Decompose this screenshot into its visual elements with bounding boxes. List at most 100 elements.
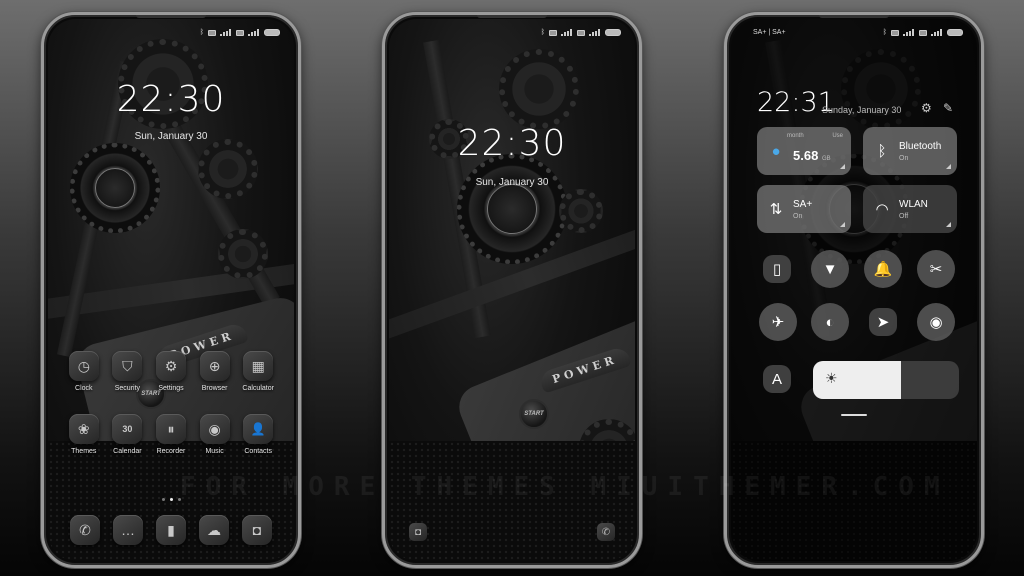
ring-toggle[interactable]: 🔔 — [864, 250, 902, 288]
data-usage-value: 5.68 — [793, 147, 819, 163]
edit-icon[interactable]: ✎ — [943, 101, 953, 115]
earpiece — [819, 15, 889, 18]
bluetooth-icon: ᛒ — [540, 29, 545, 36]
data-arrows-icon: ⇅ — [769, 201, 783, 218]
clock-icon: ◷ — [68, 351, 99, 381]
tile-status: On — [793, 212, 803, 220]
app-security[interactable]: ⛉ Security — [106, 351, 150, 392]
app-label: Security — [114, 385, 141, 392]
tile-bluetooth[interactable]: ᛒ Bluetooth On — [863, 127, 957, 175]
signal-icon — [903, 29, 915, 36]
lock-time: 22:30 — [457, 123, 567, 164]
app-contacts[interactable]: 👤 Contacts — [236, 414, 280, 455]
app-label: Calculator — [242, 385, 274, 392]
signal-icon — [931, 29, 943, 36]
tile-status: Off — [899, 212, 909, 220]
expand-corner-icon[interactable] — [946, 164, 951, 169]
tile-status: On — [899, 154, 909, 162]
message-icon[interactable]: … — [113, 515, 143, 545]
expand-corner-icon[interactable] — [840, 164, 845, 169]
sim2-icon — [919, 29, 927, 36]
app-label: Music — [205, 448, 224, 455]
app-calculator[interactable]: ▦ Calculator — [236, 351, 280, 392]
lock-screen: POWER START ᛒ 22:30 Sun, January 30 ◘ ✆ — [389, 19, 635, 561]
cc-date: Sunday, January 30 — [822, 105, 902, 115]
auto-brightness-button[interactable]: A — [763, 365, 791, 393]
status-bar: ᛒ — [541, 29, 621, 36]
wifi-icon: ◠ — [875, 201, 889, 218]
wallpaper: POWER START — [389, 19, 635, 561]
app-label: Themes — [71, 448, 97, 455]
page-dot[interactable] — [161, 498, 165, 501]
data-usage-unit: GB — [821, 155, 831, 162]
bluetooth-icon: ᛒ — [199, 29, 204, 36]
bluetooth-icon: ᛒ — [877, 142, 887, 160]
flashlight-toggle[interactable]: ▼ — [811, 250, 849, 288]
drag-handle[interactable] — [841, 414, 867, 416]
earpiece — [136, 15, 206, 18]
page-dot-active[interactable] — [169, 498, 173, 501]
page-dot[interactable] — [177, 498, 181, 501]
water-drop-icon: ● — [771, 142, 781, 160]
tile-title: SA+ — [793, 198, 813, 210]
tile-title: WLAN — [899, 198, 928, 210]
dark-mode-toggle[interactable]: ◐ — [811, 303, 849, 341]
page-indicator[interactable] — [48, 498, 294, 501]
app-recorder[interactable]: ⏸ Recorder — [149, 414, 193, 455]
sim2-icon — [577, 29, 585, 36]
app-label: Browser — [201, 385, 228, 392]
app-browser[interactable]: ⊕ Browser — [193, 351, 237, 392]
app-settings[interactable]: ⚙ Settings — [149, 351, 193, 392]
brightness-slider[interactable]: ☀ — [813, 361, 959, 399]
screenshot-toggle[interactable]: ✂ — [917, 250, 955, 288]
phone-lock-screen: POWER START ᛒ 22:30 Sun, January 30 ◘ ✆ — [382, 12, 642, 568]
phone-shortcut-icon[interactable]: ✆ — [597, 523, 615, 541]
app-themes[interactable]: ❀ Themes — [62, 414, 106, 455]
sim1-icon — [549, 29, 557, 36]
phone-home-screen: POWER START ᛒ 22:30 Sun, January 30 ◷ Clo… — [41, 12, 301, 568]
phone-icon[interactable]: ✆ — [70, 515, 100, 545]
tile-wlan[interactable]: ◠ WLAN Off — [863, 185, 957, 233]
battery-icon — [947, 29, 963, 36]
gallery-icon[interactable]: ☁ — [199, 515, 229, 545]
app-calendar[interactable]: 30 Calendar — [106, 414, 150, 455]
app-clock[interactable]: ◷ Clock — [62, 351, 106, 392]
earpiece — [477, 15, 547, 18]
reading-mode-toggle[interactable]: ◉ — [917, 303, 955, 341]
palette-icon: ❀ — [68, 414, 99, 444]
settings-icon[interactable]: ⚙ — [921, 101, 932, 115]
clock-widget-time[interactable]: 22:30 — [48, 79, 294, 120]
recorder-icon: ⏸ — [155, 414, 186, 444]
vibrate-toggle[interactable]: ▯ — [763, 255, 791, 283]
app-label: Calendar — [113, 448, 142, 455]
contacts-icon: 👤 — [243, 414, 274, 444]
start-knob: START — [519, 399, 549, 429]
signal-icon — [561, 29, 573, 36]
app-label: Recorder — [156, 448, 186, 455]
tile-data-usage[interactable]: month Use ● 5.68 GB — [757, 127, 851, 175]
control-center-screen: SA+ | SA+ ᛒ 22:31 Sunday, January 30 ⚙ ✎… — [731, 19, 977, 561]
globe-icon: ⊕ — [199, 351, 230, 381]
app-music[interactable]: ◉ Music — [193, 414, 237, 455]
battery-icon — [605, 29, 621, 36]
clock-widget-date: Sun, January 30 — [134, 131, 208, 142]
music-disc-icon: ◉ — [199, 414, 230, 444]
signal-icon — [220, 29, 232, 36]
location-toggle[interactable]: ➤ — [869, 308, 897, 336]
expand-corner-icon[interactable] — [840, 222, 845, 227]
data-period-label: month — [787, 133, 804, 139]
tile-mobile-data[interactable]: ⇅ SA+ On — [757, 185, 851, 233]
expand-corner-icon[interactable] — [946, 222, 951, 227]
sim1-icon — [208, 29, 216, 36]
app-grid: ◷ Clock ⛉ Security ⚙ Settings ⊕ Browser ▦ Cal… — [62, 351, 280, 455]
notes-icon[interactable]: ▮ — [156, 515, 186, 545]
tile-title: Bluetooth — [899, 140, 942, 152]
camera-icon[interactable]: ◘ — [242, 515, 272, 545]
airplane-toggle[interactable]: ✈ — [759, 303, 797, 341]
app-label: Clock — [75, 385, 93, 392]
battery-icon — [264, 29, 280, 36]
calendar-icon: 30 — [112, 414, 143, 444]
sim1-icon — [891, 29, 899, 36]
bluetooth-icon: ᛒ — [882, 29, 887, 36]
camera-shortcut-icon[interactable]: ◘ — [409, 523, 427, 541]
